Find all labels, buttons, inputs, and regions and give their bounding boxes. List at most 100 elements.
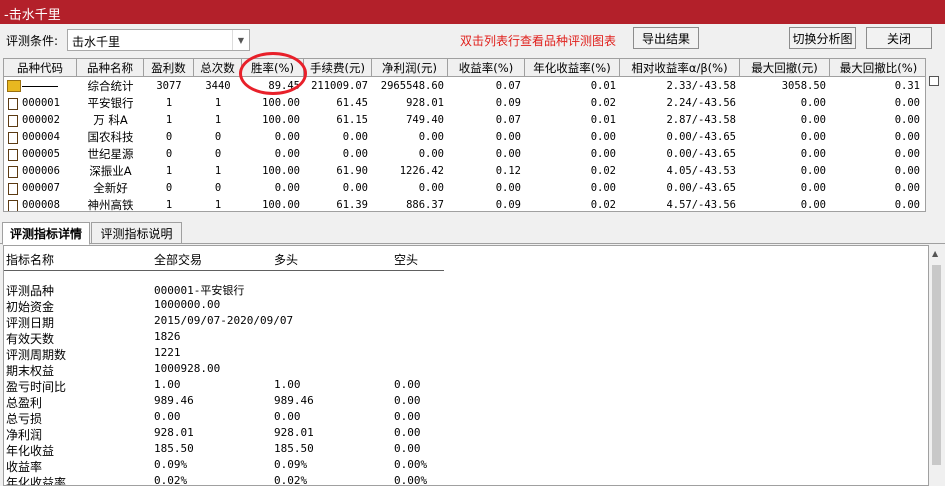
detail-long-value: 0.02% (274, 474, 308, 486)
cell-relative-return: 0.00/-43.65 (666, 131, 736, 143)
cell-total: 1 (214, 199, 222, 211)
col-netprofit[interactable]: 净利润(元) (372, 59, 448, 77)
tab-explain[interactable]: 评测指标说明 (91, 222, 182, 244)
detail-all-value: 2015/09/07-2020/09/07 (154, 314, 294, 327)
detail-row: 总盈利 989.46 989.46 0.00 (4, 394, 444, 410)
detail-label: 评测品种 (6, 284, 55, 298)
cell-name: 万 科A (93, 113, 128, 127)
switch-chart-button[interactable]: 切换分析图 (789, 27, 856, 49)
cell-max-drawdown-ratio: 0.00 (894, 148, 920, 160)
detail-col-long: 多头 (274, 253, 299, 267)
detail-label: 收益率 (6, 460, 43, 474)
condition-value: 击水千里 (72, 35, 121, 49)
table-row[interactable]: 000002 万 科A 1 1 100.00 61.15 749.40 0.07… (4, 112, 925, 129)
cell-relative-return: 4.57/-43.56 (666, 199, 736, 211)
cell-netprofit: 0.00 (418, 148, 444, 160)
detail-all-value: 185.50 (154, 442, 194, 455)
export-button[interactable]: 导出结果 (633, 27, 699, 49)
cell-return: 0.07 (495, 114, 521, 126)
cell-max-drawdown: 0.00 (800, 165, 826, 177)
col-max-drawdown-ratio[interactable]: 最大回撤比(%) (830, 59, 925, 77)
col-fee[interactable]: 手续费(元) (304, 59, 372, 77)
cell-netprofit: 886.37 (406, 199, 444, 211)
detail-long-value: 0.00 (274, 410, 301, 423)
condition-select[interactable]: 击水千里 ▼ (67, 29, 250, 51)
detail-row: 初始资金 1000000.00 (4, 298, 444, 314)
table-row[interactable]: 000008 神州高铁 1 1 100.00 61.39 886.37 0.09… (4, 197, 925, 211)
detail-label: 年化收益率 (6, 476, 67, 486)
detail-scrollbar[interactable]: ▲ (929, 245, 944, 486)
cell-return: 0.09 (495, 97, 521, 109)
detail-short-value: 0.00 (394, 442, 421, 455)
cell-return: 0.12 (495, 165, 521, 177)
detail-short-value: 0.00 (394, 426, 421, 439)
cell-wins: 1 (165, 199, 173, 211)
scroll-up-icon[interactable]: ▲ (932, 249, 938, 258)
detail-panel: 指标名称 全部交易 多头 空头 评测品种 000001-平安银行 初始资金 10… (3, 245, 929, 486)
document-icon (8, 115, 18, 127)
cell-fee: 61.39 (336, 199, 368, 211)
cell-name: 国农科技 (87, 130, 134, 144)
cell-fee: 61.15 (336, 114, 368, 126)
col-return[interactable]: 收益率(%) (448, 59, 525, 77)
cell-annual-return: 0.00 (590, 182, 616, 194)
summary-divider (22, 86, 58, 87)
cell-netprofit: 1226.42 (399, 165, 444, 177)
cell-return: 0.00 (495, 182, 521, 194)
cell-netprofit: 928.01 (406, 97, 444, 109)
table-row[interactable]: 000001 平安银行 1 1 100.00 61.45 928.01 0.09… (4, 95, 925, 112)
cell-relative-return: 2.24/-43.56 (666, 97, 736, 109)
detail-all-value: 1000928.00 (154, 362, 221, 375)
table-scrollbar[interactable] (927, 58, 942, 212)
detail-label: 总盈利 (6, 396, 43, 410)
document-icon (8, 149, 18, 161)
cell-wins: 3077 (156, 80, 182, 92)
col-total[interactable]: 总次数 (194, 59, 242, 77)
cell-winrate: 0.00 (274, 131, 300, 143)
document-icon (8, 98, 18, 110)
detail-long-value: 989.46 (274, 394, 314, 407)
table-header: 品种代码 品种名称 盈利数 总次数 胜率(%) 手续费(元) 净利润(元) 收益… (4, 59, 925, 77)
cell-annual-return: 0.02 (590, 97, 616, 109)
scroll-thumb[interactable] (932, 265, 941, 465)
chevron-down-icon[interactable]: ▼ (232, 30, 249, 50)
cell-wins: 0 (165, 148, 173, 160)
col-code[interactable]: 品种代码 (4, 59, 77, 77)
detail-label: 评测日期 (6, 316, 55, 330)
results-table[interactable]: 品种代码 品种名称 盈利数 总次数 胜率(%) 手续费(元) 净利润(元) 收益… (3, 58, 926, 212)
table-row[interactable]: 000007 全新好 0 0 0.00 0.00 0.00 0.00 0.00 … (4, 180, 925, 197)
close-button[interactable]: 关闭 (866, 27, 932, 49)
cell-max-drawdown-ratio: 0.00 (894, 199, 920, 211)
title-bar: -击水千里 (0, 0, 945, 24)
col-annual-return[interactable]: 年化收益率(%) (525, 59, 620, 77)
detail-row: 净利润 928.01 928.01 0.00 (4, 426, 444, 442)
table-row[interactable]: 000004 国农科技 0 0 0.00 0.00 0.00 0.00 0.00… (4, 129, 925, 146)
cell-code: 000001 (22, 97, 60, 109)
cell-max-drawdown: 3058.50 (781, 80, 826, 92)
cell-annual-return: 0.01 (590, 80, 616, 92)
table-row[interactable]: 000005 世纪星源 0 0 0.00 0.00 0.00 0.00 0.00… (4, 146, 925, 163)
summary-row[interactable]: 综合统计 3077 3440 89.45 211009.07 2965548.6… (4, 78, 925, 95)
detail-label: 评测周期数 (6, 348, 67, 362)
cell-total: 1 (214, 114, 222, 126)
col-name[interactable]: 品种名称 (77, 59, 144, 77)
detail-header: 指标名称 全部交易 多头 空头 (4, 246, 444, 271)
col-wins[interactable]: 盈利数 (144, 59, 194, 77)
summary-icon (7, 80, 21, 92)
table-row[interactable]: 000006 深振业A 1 1 100.00 61.90 1226.42 0.1… (4, 163, 925, 180)
cell-total: 0 (214, 131, 222, 143)
scroll-box[interactable] (929, 76, 939, 86)
col-max-drawdown[interactable]: 最大回撤(元) (740, 59, 830, 77)
cell-winrate: 0.00 (274, 148, 300, 160)
col-relative-return[interactable]: 相对收益率α/β(%) (620, 59, 740, 77)
tab-details[interactable]: 评测指标详情 (2, 222, 90, 245)
cell-name: 综合统计 (87, 79, 134, 93)
cell-relative-return: 2.33/-43.58 (666, 80, 736, 92)
cell-total: 1 (214, 97, 222, 109)
detail-row: 收益率 0.09% 0.09% 0.00% (4, 458, 444, 474)
detail-long-value: 928.01 (274, 426, 314, 439)
detail-label: 盈亏时间比 (6, 380, 67, 394)
detail-row: 总亏损 0.00 0.00 0.00 (4, 410, 444, 426)
cell-max-drawdown: 0.00 (800, 131, 826, 143)
detail-short-value: 0.00 (394, 378, 421, 391)
